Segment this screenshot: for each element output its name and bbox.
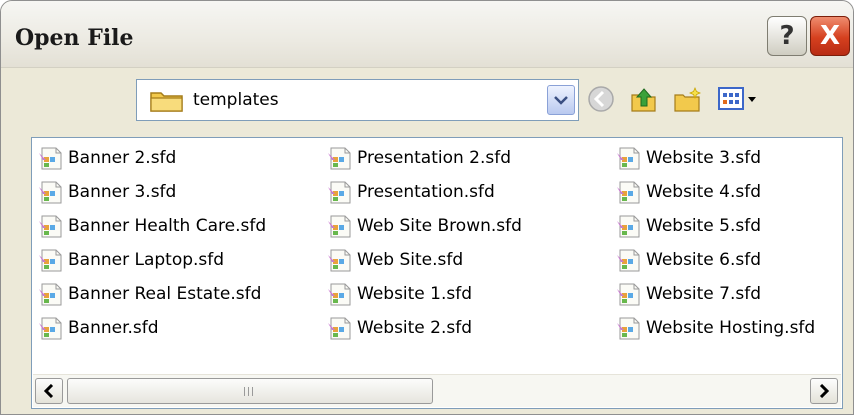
sfd-file-icon — [39, 215, 62, 238]
grip-icon — [244, 387, 256, 396]
file-item[interactable]: Presentation 2.sfd — [326, 143, 511, 173]
file-name: Presentation 2.sfd — [357, 148, 512, 168]
sfd-file-icon — [617, 317, 640, 340]
help-button[interactable]: ? — [767, 16, 807, 56]
sfd-file-icon — [39, 181, 62, 204]
sfd-file-icon — [328, 283, 351, 306]
file-item[interactable]: Banner.sfd — [37, 313, 159, 343]
file-name: Website 5.sfd — [646, 216, 762, 236]
chevron-down-icon[interactable] — [547, 85, 575, 115]
file-name: Website 2.sfd — [357, 318, 473, 338]
file-item[interactable]: Web Site Brown.sfd — [326, 211, 522, 241]
sfd-file-icon — [39, 317, 62, 340]
sfd-file-icon — [328, 249, 351, 272]
file-item[interactable]: Website 7.sfd — [615, 279, 761, 309]
file-name: Banner.sfd — [68, 318, 159, 338]
file-item[interactable]: Banner Health Care.sfd — [37, 211, 266, 241]
file-name: Website 3.sfd — [646, 148, 762, 168]
view-menu-icon[interactable] — [717, 85, 767, 117]
location-dropdown[interactable]: templates — [136, 79, 579, 121]
file-name: Website 4.sfd — [646, 182, 762, 202]
file-item[interactable]: Banner 3.sfd — [37, 177, 176, 207]
sfd-file-icon — [328, 147, 351, 170]
title-bar[interactable]: Open File ? X — [1, 1, 853, 68]
file-item[interactable]: Presentation.sfd — [326, 177, 495, 207]
file-item[interactable]: Website 5.sfd — [615, 211, 761, 241]
close-button[interactable]: X — [810, 16, 850, 56]
sfd-file-icon — [328, 181, 351, 204]
new-folder-icon[interactable] — [673, 85, 703, 119]
sfd-file-icon — [39, 249, 62, 272]
file-name: Website 6.sfd — [646, 250, 762, 270]
file-name: Website 7.sfd — [646, 284, 762, 304]
file-name: Banner 2.sfd — [68, 148, 177, 168]
file-item[interactable]: Website 6.sfd — [615, 245, 761, 275]
sfd-file-icon — [617, 249, 640, 272]
sfd-file-icon — [617, 215, 640, 238]
open-file-dialog: Open File ? X templates Banner 2.sfd Ban… — [0, 0, 854, 415]
file-name: Web Site Brown.sfd — [357, 216, 522, 236]
file-item[interactable]: Website 4.sfd — [615, 177, 761, 207]
file-name: Presentation.sfd — [357, 182, 495, 202]
arrow-left-icon[interactable] — [35, 378, 63, 404]
file-item[interactable]: Banner Real Estate.sfd — [37, 279, 261, 309]
sfd-file-icon — [617, 181, 640, 204]
sfd-file-icon — [617, 147, 640, 170]
sfd-file-icon — [39, 283, 62, 306]
file-item[interactable]: Website 1.sfd — [326, 279, 472, 309]
dialog-title: Open File — [15, 25, 134, 51]
arrow-right-icon[interactable] — [810, 378, 838, 404]
file-name: Banner Laptop.sfd — [68, 250, 225, 270]
folder-icon — [149, 89, 185, 117]
file-name: Banner Real Estate.sfd — [68, 284, 262, 304]
file-item[interactable]: Banner Laptop.sfd — [37, 245, 224, 275]
file-name: Banner Health Care.sfd — [68, 216, 267, 236]
file-item[interactable]: Website 3.sfd — [615, 143, 761, 173]
file-list[interactable]: Banner 2.sfd Banner 3.sfd Banner Health Ca… — [31, 137, 843, 409]
file-item[interactable]: Website 2.sfd — [326, 313, 472, 343]
file-item[interactable]: Web Site.sfd — [326, 245, 463, 275]
scrollbar-thumb[interactable] — [67, 378, 433, 404]
file-item[interactable]: Website Hosting.sfd — [615, 313, 815, 343]
location-text: templates — [193, 90, 279, 110]
file-name: Web Site.sfd — [357, 250, 464, 270]
horizontal-scrollbar[interactable] — [33, 374, 841, 407]
sfd-file-icon — [328, 317, 351, 340]
back-icon[interactable] — [587, 85, 615, 117]
sfd-file-icon — [617, 283, 640, 306]
sfd-file-icon — [328, 215, 351, 238]
file-name: Website Hosting.sfd — [646, 318, 816, 338]
file-name: Website 1.sfd — [357, 284, 473, 304]
file-name: Banner 3.sfd — [68, 182, 177, 202]
file-item[interactable]: Banner 2.sfd — [37, 143, 176, 173]
up-folder-icon[interactable] — [629, 85, 659, 119]
sfd-file-icon — [39, 147, 62, 170]
